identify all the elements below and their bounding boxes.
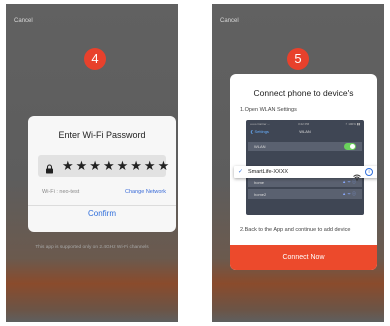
network-icons: ▲ ᯤ ⓘ <box>342 191 356 196</box>
info-icon: i <box>365 168 373 176</box>
step2-instruction: 2.Back to the App and continue to add de… <box>240 227 351 233</box>
divider <box>28 205 176 206</box>
connect-device-dialog: Connect phone to device's 1.Open WLAN Se… <box>230 74 377 270</box>
change-network-link[interactable]: Change Network <box>125 189 166 195</box>
step-badge: 5 <box>287 48 309 70</box>
step-badge: 4 <box>84 48 106 70</box>
ios-nav-bar: ❮ Settings WLAN <box>246 129 364 138</box>
left-screen: Cancel 4 Enter Wi-Fi Password ★★★★★★★★ W… <box>6 4 178 322</box>
cancel-button[interactable]: Cancel <box>14 18 33 24</box>
wifi-icon <box>353 168 361 181</box>
network-name: home2 <box>254 192 267 197</box>
dialog-title: Enter Wi-Fi Password <box>58 130 146 140</box>
right-screen: Cancel 5 Connect phone to device's 1.Ope… <box>212 4 384 322</box>
wifi-network-label: Wi-Fi : neo-test <box>42 189 80 195</box>
dialog-title: Connect phone to device's <box>253 88 354 98</box>
confirm-button[interactable]: Confirm <box>28 209 176 218</box>
password-field[interactable]: ★★★★★★★★ <box>38 155 169 177</box>
device-network-row: ✓ SmartLife-XXXX i <box>234 166 377 181</box>
carrier-text: •••oo Carrier ⌵ <box>250 122 270 126</box>
battery-text: ⚡ 100% ▮▮ <box>345 122 360 126</box>
status-bar: •••oo Carrier ⌵ 3:22 PM ⚡ 100% ▮▮ <box>250 122 360 127</box>
connect-now-button[interactable]: Connect Now <box>230 245 377 270</box>
password-value: ★★★★★★★★ <box>62 158 172 173</box>
network-row: home ▲ ᯤ ⓘ <box>248 177 362 187</box>
wifi-password-dialog: Enter Wi-Fi Password ★★★★★★★★ Wi-Fi : ne… <box>28 116 176 232</box>
wlan-label: WLAN <box>254 144 266 149</box>
wlan-toggle-row: WLAN <box>248 142 362 151</box>
network-row: home2 ▲ ᯤ ⓘ <box>248 189 362 199</box>
nav-title: WLAN <box>299 129 311 134</box>
cancel-button[interactable]: Cancel <box>220 18 239 24</box>
lock-icon <box>45 161 54 174</box>
time-text: 3:22 PM <box>298 122 310 126</box>
check-icon: ✓ <box>238 169 244 175</box>
support-note: This app is supported only on 2.4GHz Wi-… <box>35 245 149 250</box>
toggle-switch <box>344 143 356 150</box>
device-ssid: SmartLife-XXXX <box>248 169 289 175</box>
step1-instruction: 1.Open WLAN Settings <box>240 107 297 113</box>
network-name: home <box>254 180 265 185</box>
